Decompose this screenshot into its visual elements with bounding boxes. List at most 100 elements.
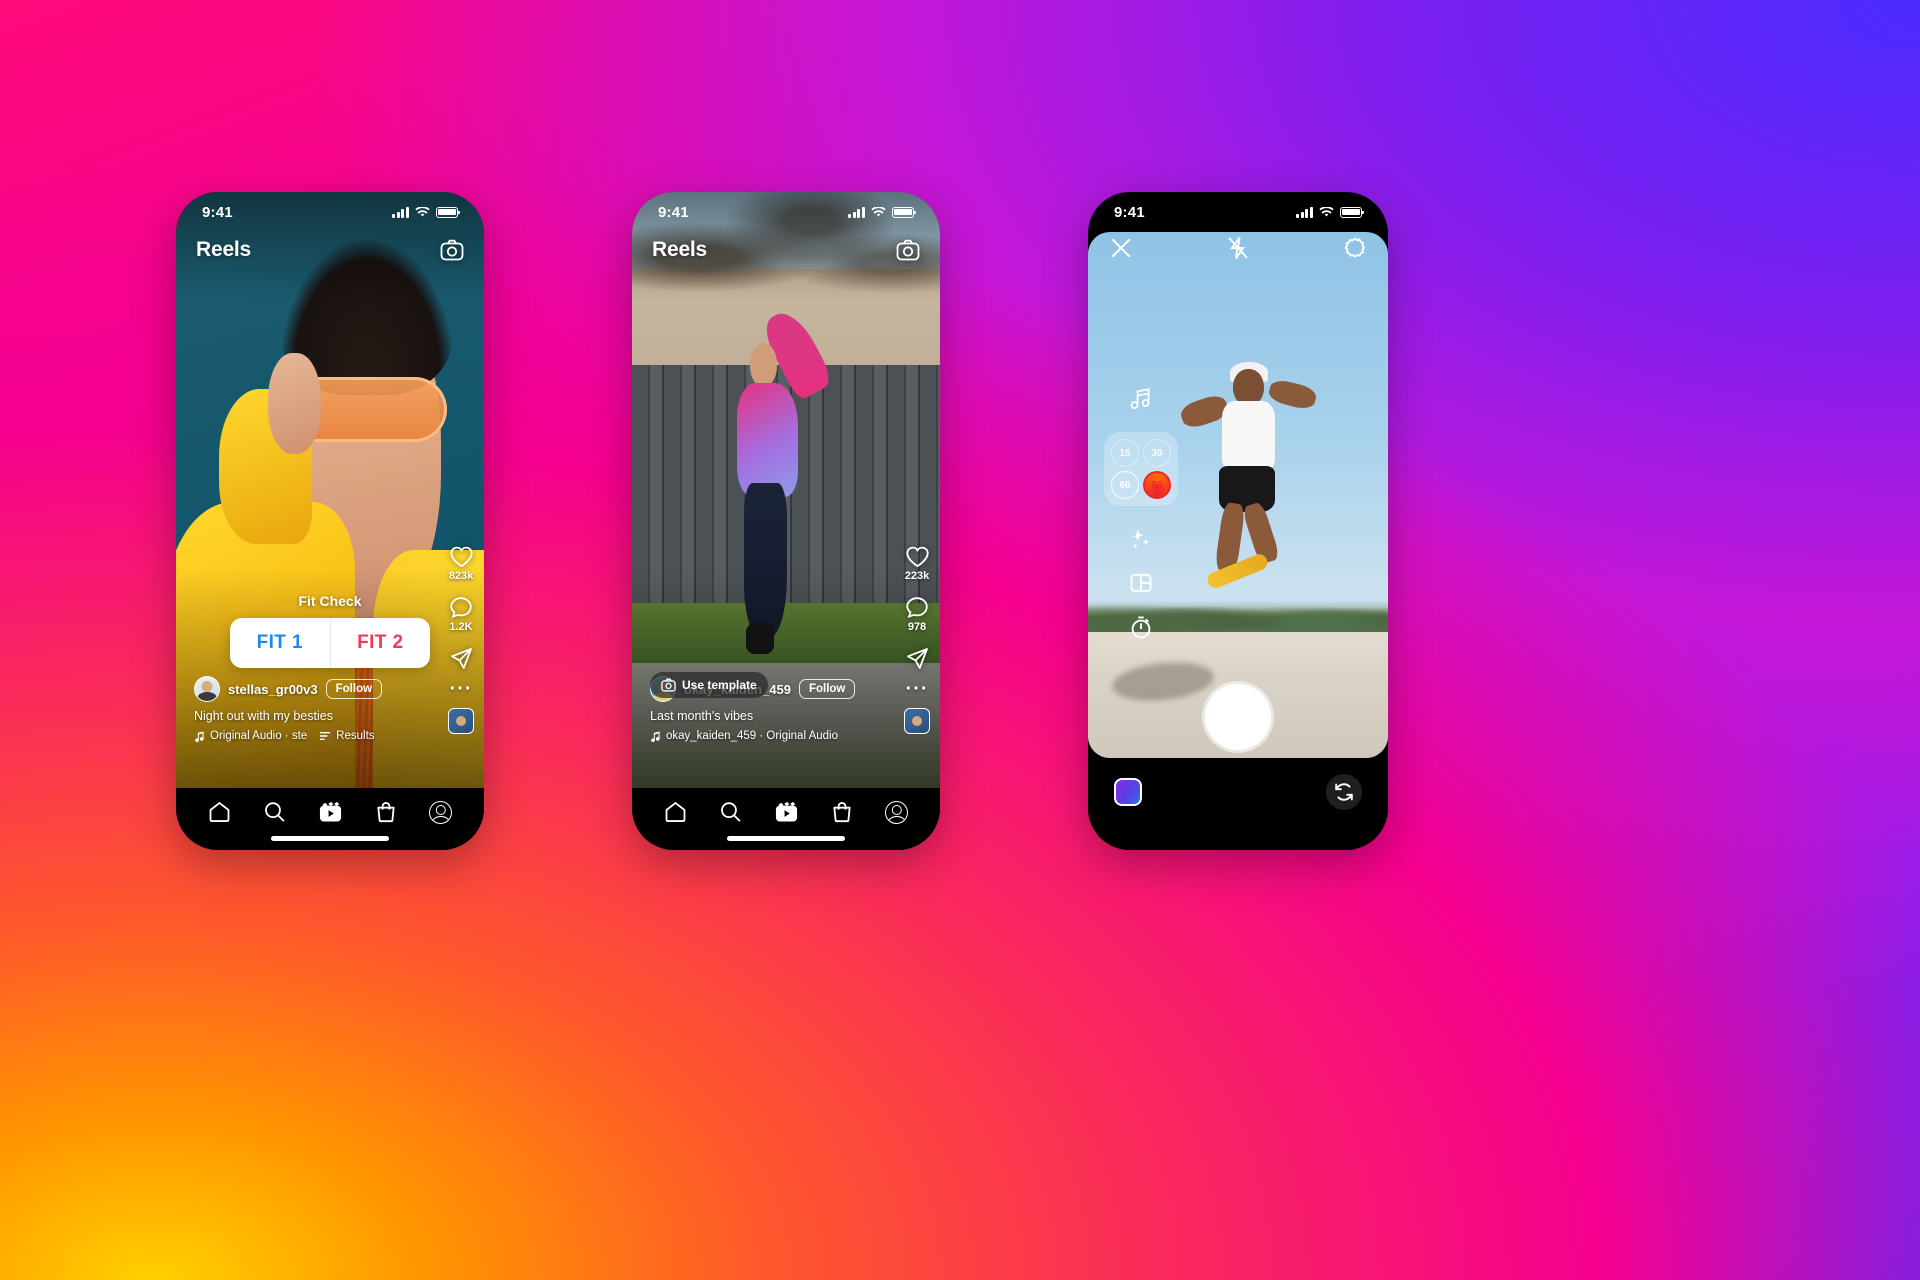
page-title: Reels [196,238,252,261]
duration-option-30[interactable]: 30 [1143,439,1171,467]
battery-icon [892,206,917,218]
status-icons [392,206,461,218]
page-title: Reels [652,238,708,261]
comment-action[interactable]: 978 [905,596,929,633]
duration-option-15[interactable]: 15 [1111,439,1139,467]
profile-icon [429,800,452,824]
status-time: 9:41 [202,203,233,221]
nav-search[interactable] [263,801,286,823]
caption: Night out with my besties [194,709,333,723]
reel-meta-1: stellas_gr00v3 Follow Night out with my … [194,676,432,742]
status-bar-2: 9:41 [632,192,940,232]
viewfinder-skater [1177,361,1319,600]
like-action[interactable]: 223k [905,545,930,582]
comment-icon [450,597,472,618]
audio-thumbnail-icon[interactable] [904,708,930,734]
results-label: Results [336,730,375,742]
cellular-bars-icon [1296,206,1313,218]
nav-home[interactable] [208,801,231,823]
shop-bag-icon [377,802,395,823]
audio-attribution[interactable]: okay_kaiden_459 · Original Audio [650,730,838,742]
effects-sparkle-icon[interactable] [1130,528,1152,550]
music-note-icon [651,731,660,742]
gallery-thumbnail-icon[interactable] [1114,778,1142,806]
audio-label: okay_kaiden_459 · Original Audio [666,730,838,742]
nav-search[interactable] [719,801,742,823]
audio-row: Original Audio · ste Results [194,730,432,742]
camera-icon[interactable] [440,239,464,261]
timer-icon[interactable] [1130,616,1152,639]
like-action[interactable]: 823k [449,545,474,582]
status-time: 9:41 [658,203,689,221]
comment-count: 1.2K [449,621,473,633]
status-time: 9:41 [1114,203,1145,221]
follow-button[interactable]: Follow [798,679,856,699]
caption: Last month's vibes [650,709,754,723]
poll-options: FIT 1 FIT 2 [230,618,430,668]
poll-results-button[interactable]: Results [319,730,375,742]
share-icon [907,648,928,669]
screen-1: 9:41 Reels Fit Check FIT 1 FIT 2 823k 1.… [176,192,484,850]
battery-icon [436,206,461,218]
camera-icon [661,678,676,692]
screen-2: 9:41 Reels Use template 223k 978 ··· Fol… [632,192,940,850]
battery-icon [1340,206,1365,218]
close-icon[interactable] [1110,237,1132,259]
settings-gear-icon[interactable] [1344,237,1366,259]
results-list-icon [320,731,331,741]
audio-row: okay_kaiden_459 · Original Audio [650,730,888,742]
search-icon [721,802,741,822]
nav-reels[interactable] [318,801,343,824]
share-action[interactable] [449,647,473,670]
reels-header-2: Reels [632,238,940,262]
status-bar-1: 9:41 [176,192,484,232]
reel-subject-hand [268,352,321,455]
follow-button[interactable]: Follow [325,679,383,699]
flip-camera-icon [1335,783,1353,801]
duration-option-60[interactable]: 60 [1111,471,1139,499]
shutter-button[interactable] [1205,684,1271,750]
home-icon [209,802,230,822]
more-options-icon[interactable]: ··· [450,679,473,699]
home-icon [665,802,686,822]
share-action[interactable] [905,647,929,670]
flash-off-icon[interactable] [1227,236,1249,260]
use-template-button[interactable]: Use template [650,672,768,698]
comment-action[interactable]: 1.2K [449,596,473,633]
nav-home[interactable] [664,801,687,823]
username[interactable]: stellas_gr00v3 [228,682,318,697]
audio-thumbnail-icon[interactable] [448,708,474,734]
nav-reels[interactable] [774,801,799,824]
home-indicator [727,836,845,841]
nav-shop[interactable] [831,801,853,823]
reels-header-1: Reels [176,238,484,262]
heart-icon [449,546,473,568]
camera-icon[interactable] [896,239,920,261]
nav-profile[interactable] [885,800,908,824]
avatar[interactable] [194,676,220,702]
poll-question: Fit Check [298,593,362,609]
duration-option-90[interactable]: 90 [1143,471,1171,499]
shop-bag-icon [833,802,851,823]
nav-profile[interactable] [429,800,452,824]
layout-grid-icon[interactable] [1130,572,1152,594]
flip-camera-button[interactable] [1326,774,1362,810]
reel-actions-1: 823k 1.2K ··· [448,545,474,734]
more-options-icon[interactable]: ··· [906,679,929,699]
phone-reels-poll: 9:41 Reels Fit Check FIT 1 FIT 2 823k 1.… [176,192,484,850]
share-icon [451,648,472,669]
phone-reels-template: 9:41 Reels Use template 223k 978 ··· Fol… [632,192,940,850]
poll-option-1[interactable]: FIT 1 [230,618,331,668]
status-icons [848,206,917,218]
cellular-bars-icon [392,206,409,218]
nav-shop[interactable] [375,801,397,823]
comment-count: 978 [907,621,927,633]
music-note-icon[interactable] [1130,388,1152,410]
home-indicator [271,836,389,841]
comment-icon [906,597,928,618]
audio-attribution[interactable]: Original Audio · ste [194,730,307,742]
screen-3: 9:41 15 30 60 90 [1088,192,1388,850]
poll-option-2[interactable]: FIT 2 [331,618,431,668]
reels-icon [319,801,342,821]
wifi-icon [1319,206,1334,217]
